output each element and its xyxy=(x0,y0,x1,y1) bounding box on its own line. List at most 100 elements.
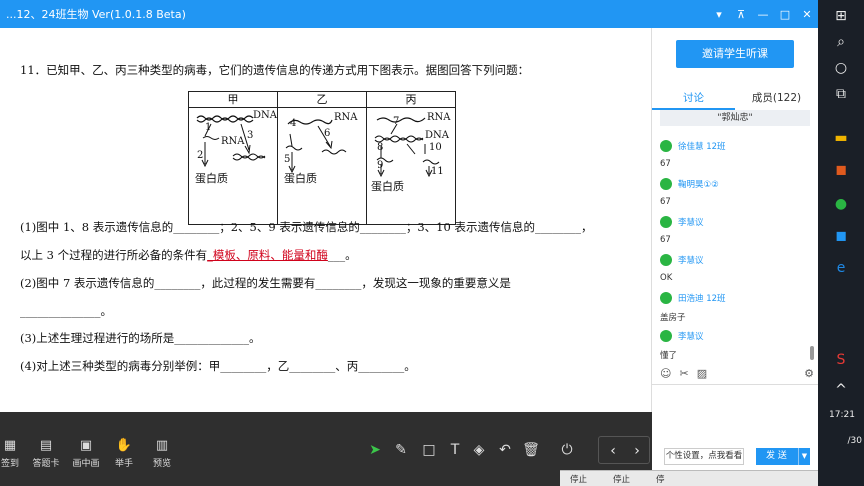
header-jia: 甲 xyxy=(227,93,239,106)
chevron-down-icon[interactable]: ▼ xyxy=(798,448,810,465)
chat-message: 鞠明昊①② 67 xyxy=(660,178,810,207)
chat-message: 徐佳慧 12班 67 xyxy=(660,140,810,169)
undo-icon[interactable]: ↶ xyxy=(494,442,516,458)
wechat-icon xyxy=(660,216,672,228)
pen-icon[interactable]: ✎ xyxy=(390,442,412,458)
power-icon[interactable]: ⏻ xyxy=(556,442,578,458)
eraser-icon[interactable]: ◈ xyxy=(468,442,490,458)
trash-icon[interactable]: 🗑 xyxy=(520,442,542,458)
jia-step-2: 2 xyxy=(197,150,204,161)
date: /30 xyxy=(847,436,862,446)
next-page-button[interactable]: › xyxy=(626,440,648,462)
invite-students-button[interactable]: 邀请学生听课 xyxy=(676,40,794,68)
q1-line2: 以上 3 个过程的进行所必备的条件有_模板、原料、能量和酶___。 xyxy=(20,247,357,263)
tab-discussion[interactable]: 讨论 xyxy=(652,88,735,110)
raise-hand-button[interactable]: ✋ 举手 xyxy=(106,438,142,469)
wechat-icon xyxy=(660,292,672,304)
folder-icon[interactable]: ▬ xyxy=(829,128,853,148)
cell-bing: RNA 7 DNA 8 10 9 11 蛋白质 xyxy=(366,108,455,224)
app-blue-icon[interactable]: ◼ xyxy=(829,226,853,246)
wechat-taskbar-icon[interactable]: ● xyxy=(829,194,853,214)
answer-card-label: 答题卡 xyxy=(32,459,60,469)
message-sender: 鞠明昊①② xyxy=(678,180,719,190)
search-icon[interactable]: ⌕ xyxy=(829,32,853,52)
bottom-toolbar: ▦ 签到 ▤ 答题卡 ▣ 画中画 ✋ 举手 ▥ 预览 ➤ ✎ □ T ◈ ↶ 🗑… xyxy=(0,412,652,486)
question-title: 11．已知甲、乙、丙三种类型的病毒，它们的遗传信息的传递方式用下图表示。据图回答… xyxy=(20,63,530,77)
message-sender: 田浩迪 12班 xyxy=(678,294,726,304)
raise-hand-label: 举手 xyxy=(114,459,133,469)
image-icon[interactable]: ▨ xyxy=(697,367,707,380)
yi-rna-label: RNA xyxy=(334,112,358,123)
close-icon[interactable]: ✕ xyxy=(796,8,818,21)
virus-diagram-table: 甲 乙 丙 DNA 1 RNA 3 2 蛋白质 RNA 4 6 5 蛋白质 RN… xyxy=(188,91,456,225)
stop-label[interactable]: 停止 xyxy=(570,473,587,485)
stop-label[interactable]: 停 xyxy=(656,473,665,485)
message-sender: 李慧议 xyxy=(678,256,704,266)
bing-step-11: 11 xyxy=(431,166,444,177)
q2-line2: ______________。 xyxy=(20,304,112,318)
sogou-icon[interactable]: S xyxy=(829,350,853,370)
pip-button[interactable]: ▣ 画中画 xyxy=(68,438,104,469)
message-text: OK xyxy=(660,273,673,283)
message-text: 67 xyxy=(660,159,671,169)
preview-label: 预览 xyxy=(152,459,171,469)
cell-yi: RNA 4 6 5 蛋白质 xyxy=(277,108,366,224)
message-sender: 徐佳慧 12班 xyxy=(678,142,726,152)
edge-icon[interactable]: e xyxy=(829,258,853,278)
q1-line2-prefix: 以上 3 个过程的进行所必备的条件有 xyxy=(20,248,208,262)
pointer-icon[interactable]: ➤ xyxy=(364,442,386,458)
jia-rna-label: RNA xyxy=(221,136,245,147)
message-text: 67 xyxy=(660,235,671,245)
minimize-icon[interactable]: — xyxy=(752,8,774,21)
pip-label: 画中画 xyxy=(72,459,100,469)
pin-icon[interactable]: ⊼ xyxy=(730,8,752,21)
tab-members[interactable]: 成员(122) xyxy=(735,88,818,110)
app-window: ...12、24班生物 Ver(1.0.1.8 Beta) ▾ ⊼ — □ ✕ … xyxy=(0,0,864,486)
jia-dna-label: DNA xyxy=(253,110,277,121)
personal-settings-button[interactable]: 个性设置，点我看看 xyxy=(664,448,744,465)
hand-icon: ✋ xyxy=(115,438,133,453)
chat-message: 李慧议 67 xyxy=(660,216,810,245)
maximize-icon[interactable]: □ xyxy=(774,8,796,21)
title-bar: ...12、24班生物 Ver(1.0.1.8 Beta) ▾ ⊼ — □ ✕ xyxy=(0,0,818,28)
bing-step-10: 10 xyxy=(429,142,442,153)
card-icon: ▤ xyxy=(39,438,53,453)
stop-label[interactable]: 停止 xyxy=(613,473,630,485)
chevron-up-icon[interactable]: ^ xyxy=(829,380,853,400)
chat-panel: 邀请学生听课 讨论 成员(122) "郭灿忠" 徐佳慧 12班 67 鞠明昊①②… xyxy=(652,28,818,470)
pip-icon: ▣ xyxy=(79,438,93,453)
chat-toolbar: ☺ ✂ ▨ ⚙ xyxy=(660,365,814,381)
windows-taskbar: ⊞ ⌕ ○ ⧉ ▬ ◼ ● ◼ e S ^ 17:21 /30 xyxy=(818,0,864,486)
cortana-icon[interactable]: ○ xyxy=(829,58,853,78)
window-title: ...12、24班生物 Ver(1.0.1.8 Beta) xyxy=(6,8,186,21)
chat-message: 李慧议 OK xyxy=(660,254,810,283)
text-icon[interactable]: T xyxy=(444,442,466,458)
message-sender: 李慧议 xyxy=(678,218,704,228)
app-icon[interactable]: ◼ xyxy=(829,160,853,180)
bing-protein-label: 蛋白质 xyxy=(371,180,404,193)
checkin-label: 签到 xyxy=(0,459,19,469)
jia-diagram xyxy=(196,115,266,168)
answer-card-button[interactable]: ▤ 答题卡 xyxy=(28,438,64,469)
checkin-button[interactable]: ▦ 签到 xyxy=(0,438,28,469)
gear-icon[interactable]: ⚙ xyxy=(804,367,814,380)
jia-protein-label: 蛋白质 xyxy=(195,172,228,185)
chat-banner: "郭灿忠" xyxy=(660,110,810,126)
jia-step-3: 3 xyxy=(247,130,254,141)
cell-jia: DNA 1 RNA 3 2 蛋白质 xyxy=(189,108,277,224)
bing-step-7: 7 xyxy=(393,116,400,127)
send-button[interactable]: 发 送 ▼ xyxy=(756,448,810,465)
preview-button[interactable]: ▥ 预览 xyxy=(144,438,180,469)
send-label: 发 送 xyxy=(766,451,787,461)
prev-page-button[interactable]: ‹ xyxy=(602,440,624,462)
q1-line2-suffix: ___。 xyxy=(327,248,357,262)
bing-step-9: 9 xyxy=(377,160,384,171)
shape-icon[interactable]: □ xyxy=(418,442,440,458)
dropdown-icon[interactable]: ▾ xyxy=(708,8,730,21)
scissors-icon[interactable]: ✂ xyxy=(679,367,688,380)
windows-icon[interactable]: ⊞ xyxy=(829,6,853,26)
task-view-icon[interactable]: ⧉ xyxy=(829,84,853,104)
emoji-icon[interactable]: ☺ xyxy=(660,367,671,380)
wechat-icon xyxy=(660,330,672,342)
chat-scrollbar[interactable] xyxy=(810,346,814,360)
